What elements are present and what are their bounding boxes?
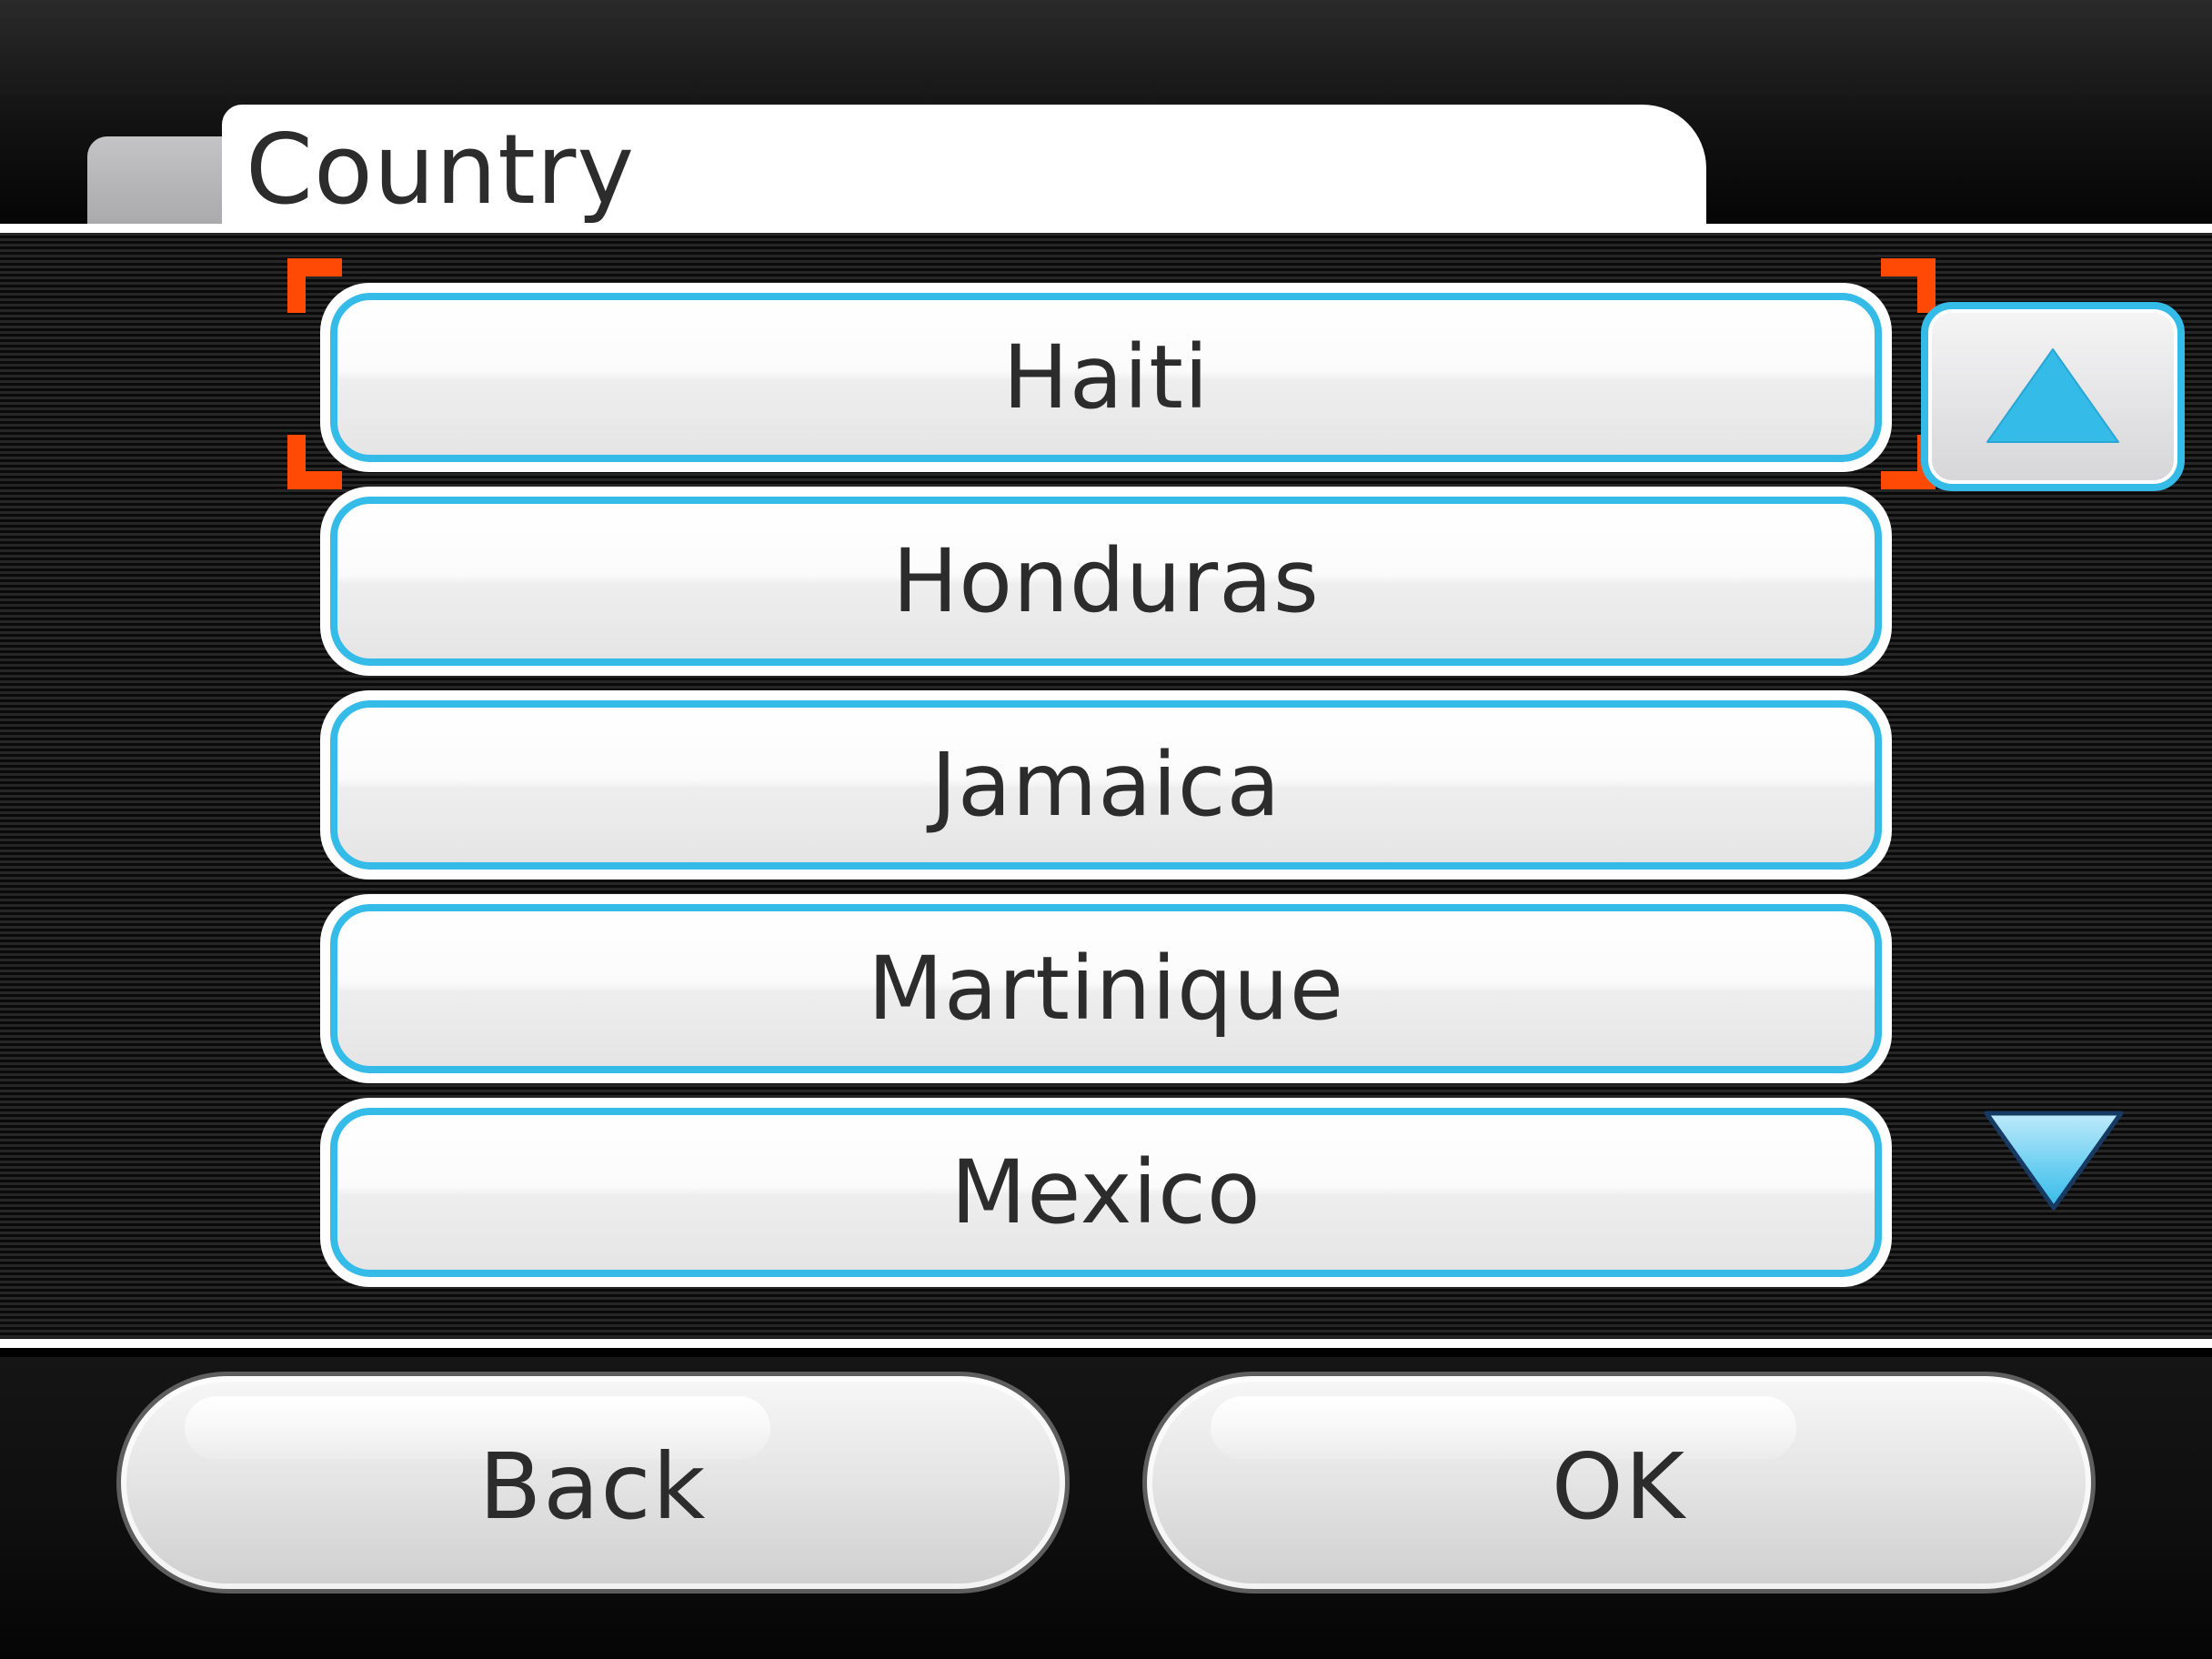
- list-item-jamaica[interactable]: Jamaica: [320, 690, 1892, 880]
- list-item-label: Haiti: [1002, 327, 1210, 428]
- list-item-mexico[interactable]: Mexico: [320, 1098, 1892, 1287]
- list-item-martinique[interactable]: Martinique: [320, 894, 1892, 1083]
- list-item-label: Jamaica: [930, 734, 1282, 836]
- ok-button[interactable]: OK: [1142, 1372, 2096, 1594]
- inactive-tab: [87, 136, 224, 227]
- back-button[interactable]: Back: [116, 1372, 1070, 1594]
- button-shine: [1211, 1396, 1796, 1460]
- arrow-up-icon: [1986, 348, 2119, 443]
- list-item-label: Mexico: [950, 1141, 1262, 1243]
- header-divider: [0, 224, 2212, 233]
- page-title: Country: [246, 114, 636, 226]
- scroll-down-button[interactable]: [1981, 1108, 2127, 1213]
- title-tab: Country: [222, 105, 1706, 224]
- scroll-up-button[interactable]: [1921, 302, 2185, 491]
- list-item-label: Honduras: [892, 530, 1320, 632]
- selection-corner-top-right: [1881, 258, 1936, 313]
- list-item-honduras[interactable]: Honduras: [320, 487, 1892, 676]
- list-item-haiti[interactable]: Haiti: [320, 283, 1892, 472]
- arrow-down-icon: [1984, 1111, 2124, 1211]
- back-button-label: Back: [478, 1433, 708, 1540]
- list-item-label: Martinique: [868, 938, 1344, 1040]
- footer-divider: [0, 1339, 2212, 1348]
- ok-button-label: OK: [1551, 1433, 1687, 1540]
